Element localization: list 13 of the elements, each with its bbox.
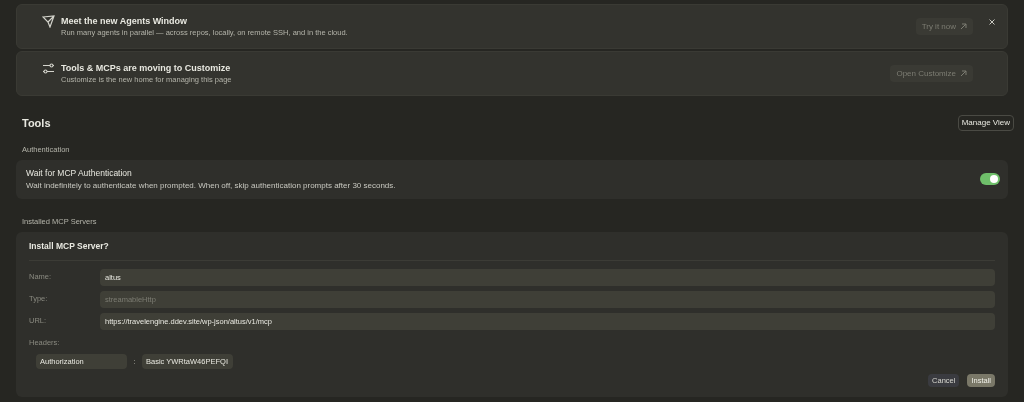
external-link-icon [960, 23, 967, 30]
dialog-title: Install MCP Server? [29, 240, 995, 261]
toggle-switch[interactable] [980, 173, 1000, 186]
section-title: Tools [22, 116, 51, 131]
close-icon[interactable] [989, 19, 995, 25]
sliders-icon [42, 62, 55, 75]
setting-title: Wait for MCP Authentication [26, 169, 133, 178]
banner-title: Meet the new Agents Window [61, 16, 189, 26]
setting-description: Wait indefinitely to authenticate when prompted. When off, skip authentication prompts after 30 seconds. [26, 181, 397, 190]
banner-title: Tools & MCPs are moving to Customize [61, 63, 232, 73]
manage-view-button[interactable]: Manage View [957, 115, 1014, 132]
external-link-icon [960, 70, 967, 77]
funnel-icon [42, 15, 55, 28]
